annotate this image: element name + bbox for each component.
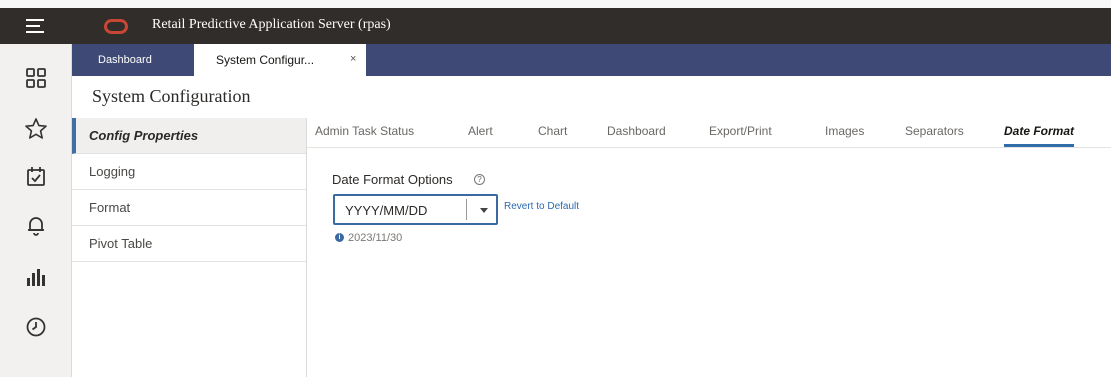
nav-divider: [306, 118, 307, 377]
left-rail: [0, 44, 72, 377]
nav-item-format[interactable]: Format: [72, 190, 306, 226]
subtab-alert[interactable]: Alert: [468, 124, 493, 138]
date-format-options-label: Date Format Options: [332, 172, 453, 187]
nav-item-pivot-table[interactable]: Pivot Table: [72, 226, 306, 262]
date-format-example: 2023/11/30: [348, 232, 403, 244]
subtab-images[interactable]: Images: [825, 124, 864, 138]
tab-bar: Dashboard System Configur... ×: [72, 44, 1111, 76]
top-strip: [0, 0, 1111, 8]
notifications-bell-icon[interactable]: [23, 212, 49, 238]
select-divider: [466, 199, 467, 220]
subtab-date-format[interactable]: Date Format: [1004, 124, 1075, 147]
nav-item-label: Pivot Table: [89, 236, 153, 251]
tab-dashboard-label: Dashboard: [98, 54, 152, 66]
app-header: Retail Predictive Application Server (rp…: [0, 8, 1111, 44]
subtab-export-print[interactable]: Export/Print: [709, 124, 772, 138]
nav-item-config-properties[interactable]: Config Properties: [72, 118, 306, 154]
oracle-logo: [104, 19, 128, 34]
hamburger-menu-button[interactable]: [0, 8, 72, 44]
info-icon: i: [335, 233, 344, 242]
nav-item-logging[interactable]: Logging: [72, 154, 306, 190]
menu-icon: [26, 19, 44, 21]
history-clock-icon[interactable]: [23, 314, 49, 340]
menu-icon-bar: [26, 31, 44, 33]
tab-dashboard[interactable]: Dashboard: [72, 44, 182, 76]
chevron-down-icon[interactable]: [480, 208, 488, 213]
reports-chart-icon[interactable]: [23, 264, 49, 290]
dashboard-grid-icon[interactable]: [23, 65, 49, 91]
subtab-chart[interactable]: Chart: [538, 124, 567, 138]
menu-icon-bar: [26, 25, 40, 27]
nav-item-label: Logging: [89, 164, 136, 179]
tasks-calendar-icon[interactable]: [23, 164, 49, 190]
tab-system-configuration[interactable]: System Configur... ×: [194, 44, 366, 76]
subtab-admin-task-status[interactable]: Admin Task Status: [315, 124, 414, 138]
subtab-separators[interactable]: Separators: [905, 124, 964, 138]
close-icon[interactable]: ×: [350, 53, 356, 65]
tab-system-configuration-label: System Configur...: [216, 53, 315, 67]
app-title: Retail Predictive Application Server (rp…: [152, 17, 391, 32]
revert-to-default-link[interactable]: Revert to Default: [504, 201, 579, 212]
favorites-star-icon[interactable]: [23, 116, 49, 142]
config-subtabs: Admin Task Status Alert Chart Dashboard …: [307, 118, 1111, 148]
date-format-select-value: YYYY/MM/DD: [345, 203, 428, 218]
date-format-select[interactable]: YYYY/MM/DD: [333, 194, 498, 225]
nav-item-label: Format: [89, 200, 131, 215]
help-icon[interactable]: ?: [474, 174, 485, 185]
subtab-dashboard[interactable]: Dashboard: [607, 124, 666, 138]
nav-item-label: Config Properties: [89, 128, 199, 143]
page-title: System Configuration: [92, 86, 251, 106]
